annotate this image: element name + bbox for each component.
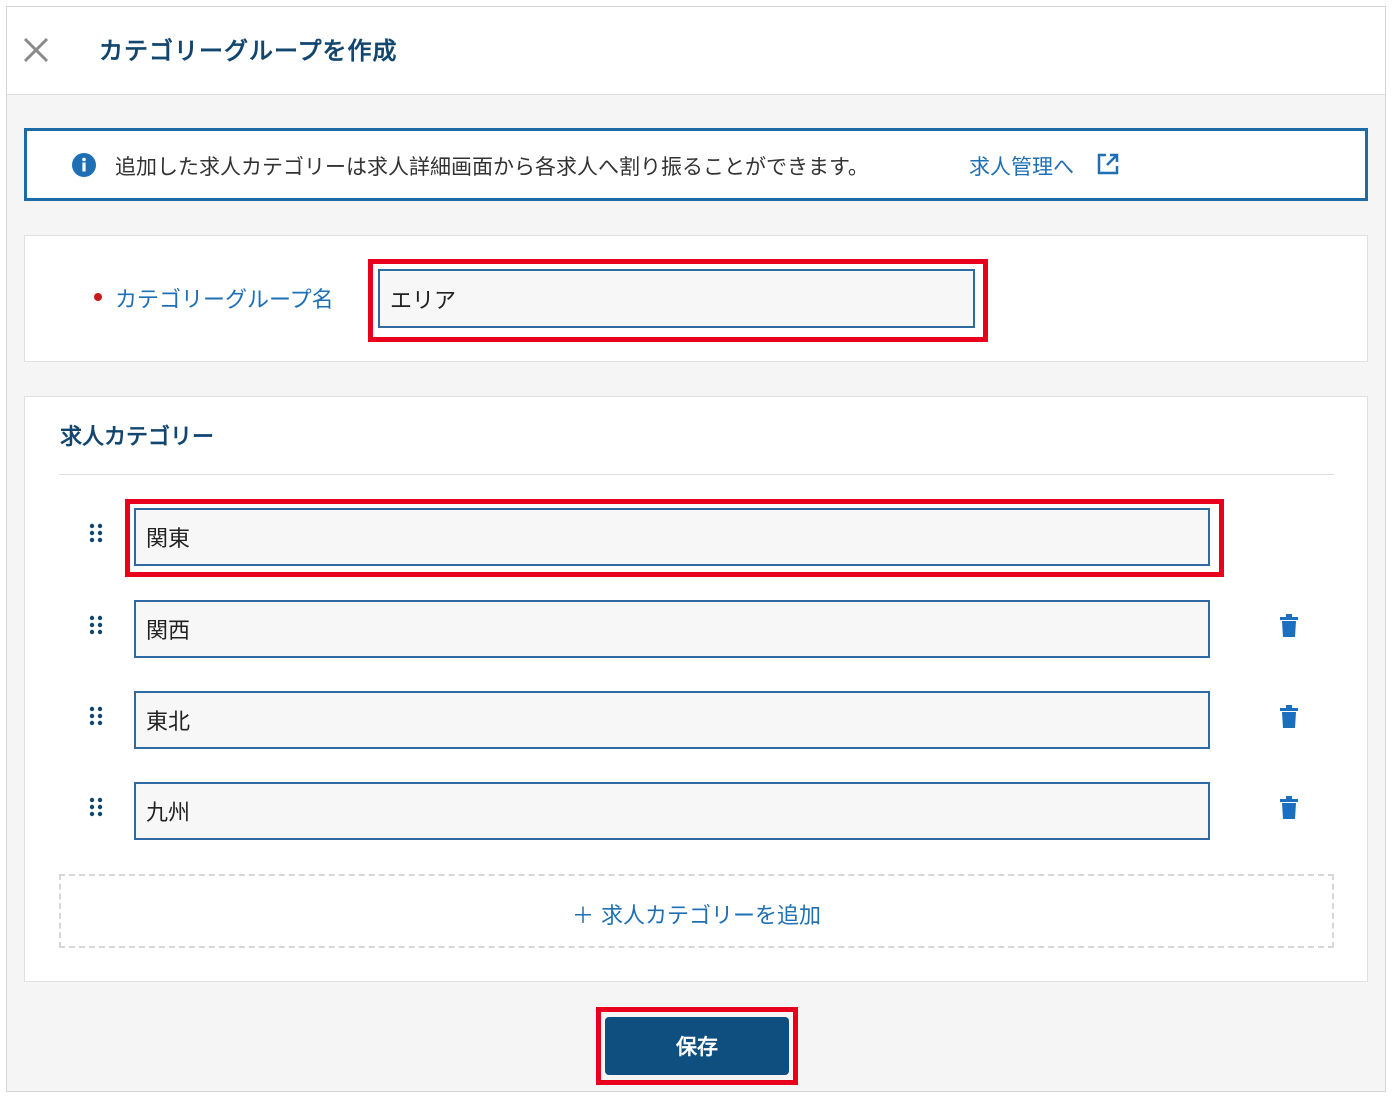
section-divider bbox=[59, 474, 1334, 475]
info-icon bbox=[72, 153, 96, 177]
required-indicator bbox=[94, 293, 102, 301]
job-categories-section: 求人カテゴリー 関東 関西 東北 九州 ＋ 求人カテゴリーを追加 bbox=[24, 396, 1368, 982]
category-group-name-label: カテゴリーグループ名 bbox=[115, 288, 334, 313]
create-category-group-dialog: カテゴリーグループを作成 追加した求人カテゴリーは求人詳細画面から各求人へ割り振… bbox=[6, 6, 1386, 1092]
info-banner: 追加した求人カテゴリーは求人詳細画面から各求人へ割り振ることができます。 求人管… bbox=[24, 128, 1368, 201]
dialog-header: カテゴリーグループを作成 bbox=[7, 7, 1385, 95]
trash-icon[interactable] bbox=[1279, 705, 1299, 729]
trash-icon[interactable] bbox=[1279, 614, 1299, 638]
category-input[interactable] bbox=[134, 600, 1210, 658]
drag-handle-icon[interactable] bbox=[88, 522, 104, 544]
dialog-title: カテゴリーグループを作成 bbox=[99, 37, 398, 65]
close-icon[interactable] bbox=[21, 35, 51, 65]
category-input[interactable] bbox=[134, 691, 1210, 749]
trash-icon[interactable] bbox=[1279, 796, 1299, 820]
info-text: 追加した求人カテゴリーは求人詳細画面から各求人へ割り振ることができます。 bbox=[115, 155, 869, 179]
save-button[interactable]: 保存 bbox=[605, 1017, 789, 1075]
job-categories-title: 求人カテゴリー bbox=[60, 425, 215, 450]
category-input[interactable] bbox=[134, 782, 1210, 840]
drag-handle-icon[interactable] bbox=[88, 614, 104, 636]
external-link-icon[interactable] bbox=[1095, 151, 1121, 177]
add-job-category-button[interactable]: ＋ 求人カテゴリーを追加 bbox=[59, 874, 1334, 948]
drag-handle-icon[interactable] bbox=[88, 796, 104, 818]
category-group-name-input[interactable] bbox=[378, 269, 975, 328]
drag-handle-icon[interactable] bbox=[88, 705, 104, 727]
job-management-link[interactable]: 求人管理へ bbox=[969, 151, 1074, 181]
category-input[interactable] bbox=[134, 508, 1210, 566]
add-job-category-label: ＋ 求人カテゴリーを追加 bbox=[572, 904, 821, 929]
category-group-name-section: カテゴリーグループ名 bbox=[24, 235, 1368, 362]
